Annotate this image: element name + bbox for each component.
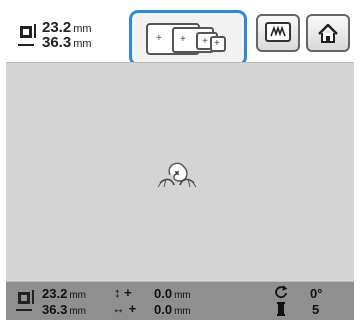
status-rotation: 0°	[310, 286, 323, 301]
embroidery-design-preview-icon[interactable]	[156, 157, 198, 193]
status-design-width: 36.3 mm	[42, 302, 86, 317]
design-size-icon	[18, 24, 38, 50]
embroidery-mode-icon	[265, 22, 291, 42]
home-icon	[318, 23, 338, 43]
status-horizontal-offset: 0.0 mm	[154, 302, 191, 317]
top-bar: 23.2 mm 36.3 mm + + + +	[6, 8, 356, 66]
status-vertical-offset: 0.0 mm	[154, 286, 191, 301]
embroidery-mode-button[interactable]	[256, 14, 300, 52]
home-button[interactable]	[306, 14, 350, 52]
status-design-height: 23.2 mm	[42, 286, 86, 301]
vertical-offset-icon: ↕ +	[114, 285, 132, 300]
frame-extra-small-icon: +	[210, 36, 226, 52]
frame-size-selector[interactable]: + + + +	[129, 10, 247, 66]
status-thread-count: 5	[312, 302, 320, 317]
status-bar: 23.2 mm 36.3 mm ↕ + 0.0 mm ↔ + 0.0 mm 0° 5	[6, 282, 354, 320]
design-size-icon	[16, 290, 36, 314]
embroidery-edit-screen: 23.2 mm 36.3 mm + + + + 23.2 mm 36.3 mm …	[0, 0, 360, 320]
embroidery-canvas[interactable]	[6, 62, 354, 282]
rotate-icon	[275, 285, 288, 299]
thread-spool-icon	[277, 302, 285, 316]
design-width: 36.3 mm	[42, 34, 92, 51]
horizontal-offset-icon: ↔ +	[112, 301, 137, 316]
